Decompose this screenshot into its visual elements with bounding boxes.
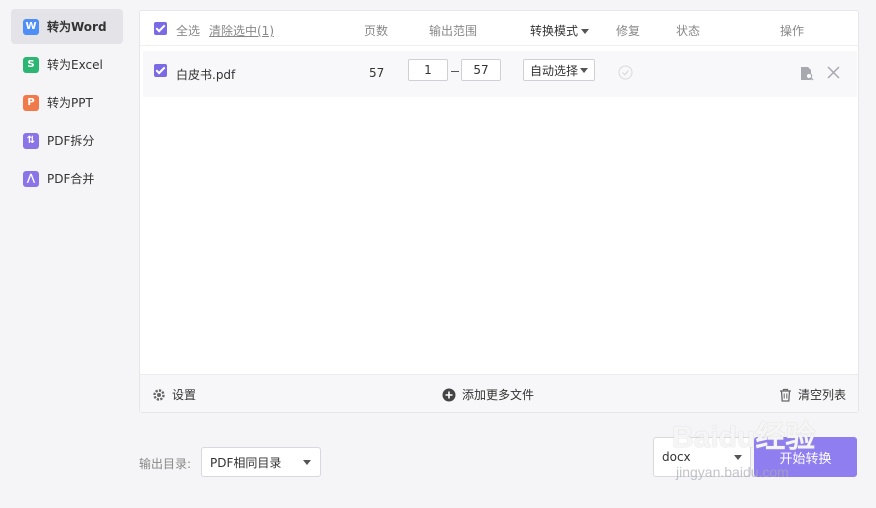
status-column-header: 状态	[676, 24, 701, 38]
sidebar-item-label: PDF合并	[47, 172, 95, 186]
table-footer: 设置 添加更多文件 清空列表	[140, 374, 858, 412]
output-dir-select[interactable]: PDF相同目录	[201, 447, 321, 477]
chevron-down-icon	[734, 455, 742, 460]
sidebar-item-label: PDF拆分	[47, 134, 95, 148]
table-row: 白皮书.pdf 57 1 57 自动选择	[143, 51, 857, 97]
chevron-down-icon	[303, 460, 311, 465]
ppt-icon: P	[23, 94, 39, 111]
merge-icon: ⋀	[23, 170, 39, 187]
clear-selection-link[interactable]: 清除选中(1)	[209, 22, 274, 39]
settings-button[interactable]: 设置	[152, 386, 196, 403]
output-range-column-header: 输出范围	[429, 24, 478, 38]
settings-label: 设置	[172, 388, 197, 402]
clear-list-button[interactable]: 清空列表	[779, 386, 846, 403]
split-icon: ⇅	[23, 132, 39, 149]
convert-mode-select[interactable]: 自动选择	[523, 59, 595, 81]
sidebar: W 转为Word S 转为Excel P 转为PPT ⇅ PDF拆分 ⋀ PDF…	[0, 0, 132, 508]
sidebar-item-label: 转为Word	[47, 20, 107, 34]
word-icon: W	[23, 18, 39, 35]
actions-column-header: 操作	[780, 24, 805, 38]
sidebar-item-pdf-merge[interactable]: ⋀ PDF合并	[11, 161, 123, 196]
remove-icon[interactable]	[827, 66, 840, 82]
clear-list-label: 清空列表	[798, 388, 847, 402]
select-all-label[interactable]: 全选	[176, 22, 200, 39]
gear-icon	[153, 388, 165, 401]
add-files-label: 添加更多文件	[462, 388, 535, 402]
start-convert-button[interactable]: 开始转换	[754, 437, 857, 477]
sidebar-item-to-word[interactable]: W 转为Word	[11, 9, 123, 44]
file-name: 白皮书.pdf	[176, 68, 236, 82]
repair-check-icon[interactable]	[618, 65, 633, 83]
sidebar-item-pdf-split[interactable]: ⇅ PDF拆分	[11, 123, 123, 158]
table-header: 全选 清除选中(1) 页数 输出范围 转换模式 修复 状态 操作	[140, 11, 858, 46]
format-select[interactable]: docx	[653, 437, 751, 477]
preview-icon[interactable]	[800, 66, 814, 84]
range-from-input[interactable]: 1	[408, 59, 448, 81]
convert-mode-value: 自动选择	[530, 63, 579, 78]
sidebar-item-to-excel[interactable]: S 转为Excel	[11, 47, 123, 82]
add-files-button[interactable]: 添加更多文件	[442, 386, 534, 403]
sidebar-item-to-ppt[interactable]: P 转为PPT	[11, 85, 123, 120]
chevron-down-icon	[581, 29, 590, 34]
chevron-down-icon	[580, 68, 588, 73]
convert-mode-column-header[interactable]: 转换模式	[530, 22, 590, 39]
output-dir-value: PDF相同目录	[210, 455, 282, 470]
plus-circle-icon	[442, 388, 456, 401]
repair-column-header: 修复	[616, 24, 641, 38]
pages-column-header: 页数	[364, 24, 389, 38]
range-to-input[interactable]: 57	[461, 59, 501, 81]
sidebar-item-label: 转为PPT	[47, 96, 93, 110]
sidebar-item-label: 转为Excel	[47, 58, 103, 72]
page-count: 57	[369, 66, 385, 80]
select-all-checkbox[interactable]	[154, 22, 167, 35]
convert-mode-header-label: 转换模式	[530, 24, 579, 38]
excel-icon: S	[23, 56, 39, 73]
row-checkbox[interactable]	[154, 64, 167, 77]
output-dir-label: 输出目录:	[139, 457, 192, 471]
format-value: docx	[662, 450, 691, 464]
file-list-panel: 全选 清除选中(1) 页数 输出范围 转换模式 修复 状态 操作 白皮书.pdf…	[139, 10, 859, 413]
trash-icon	[780, 388, 791, 402]
range-separator	[451, 71, 459, 72]
start-convert-label: 开始转换	[779, 451, 832, 467]
